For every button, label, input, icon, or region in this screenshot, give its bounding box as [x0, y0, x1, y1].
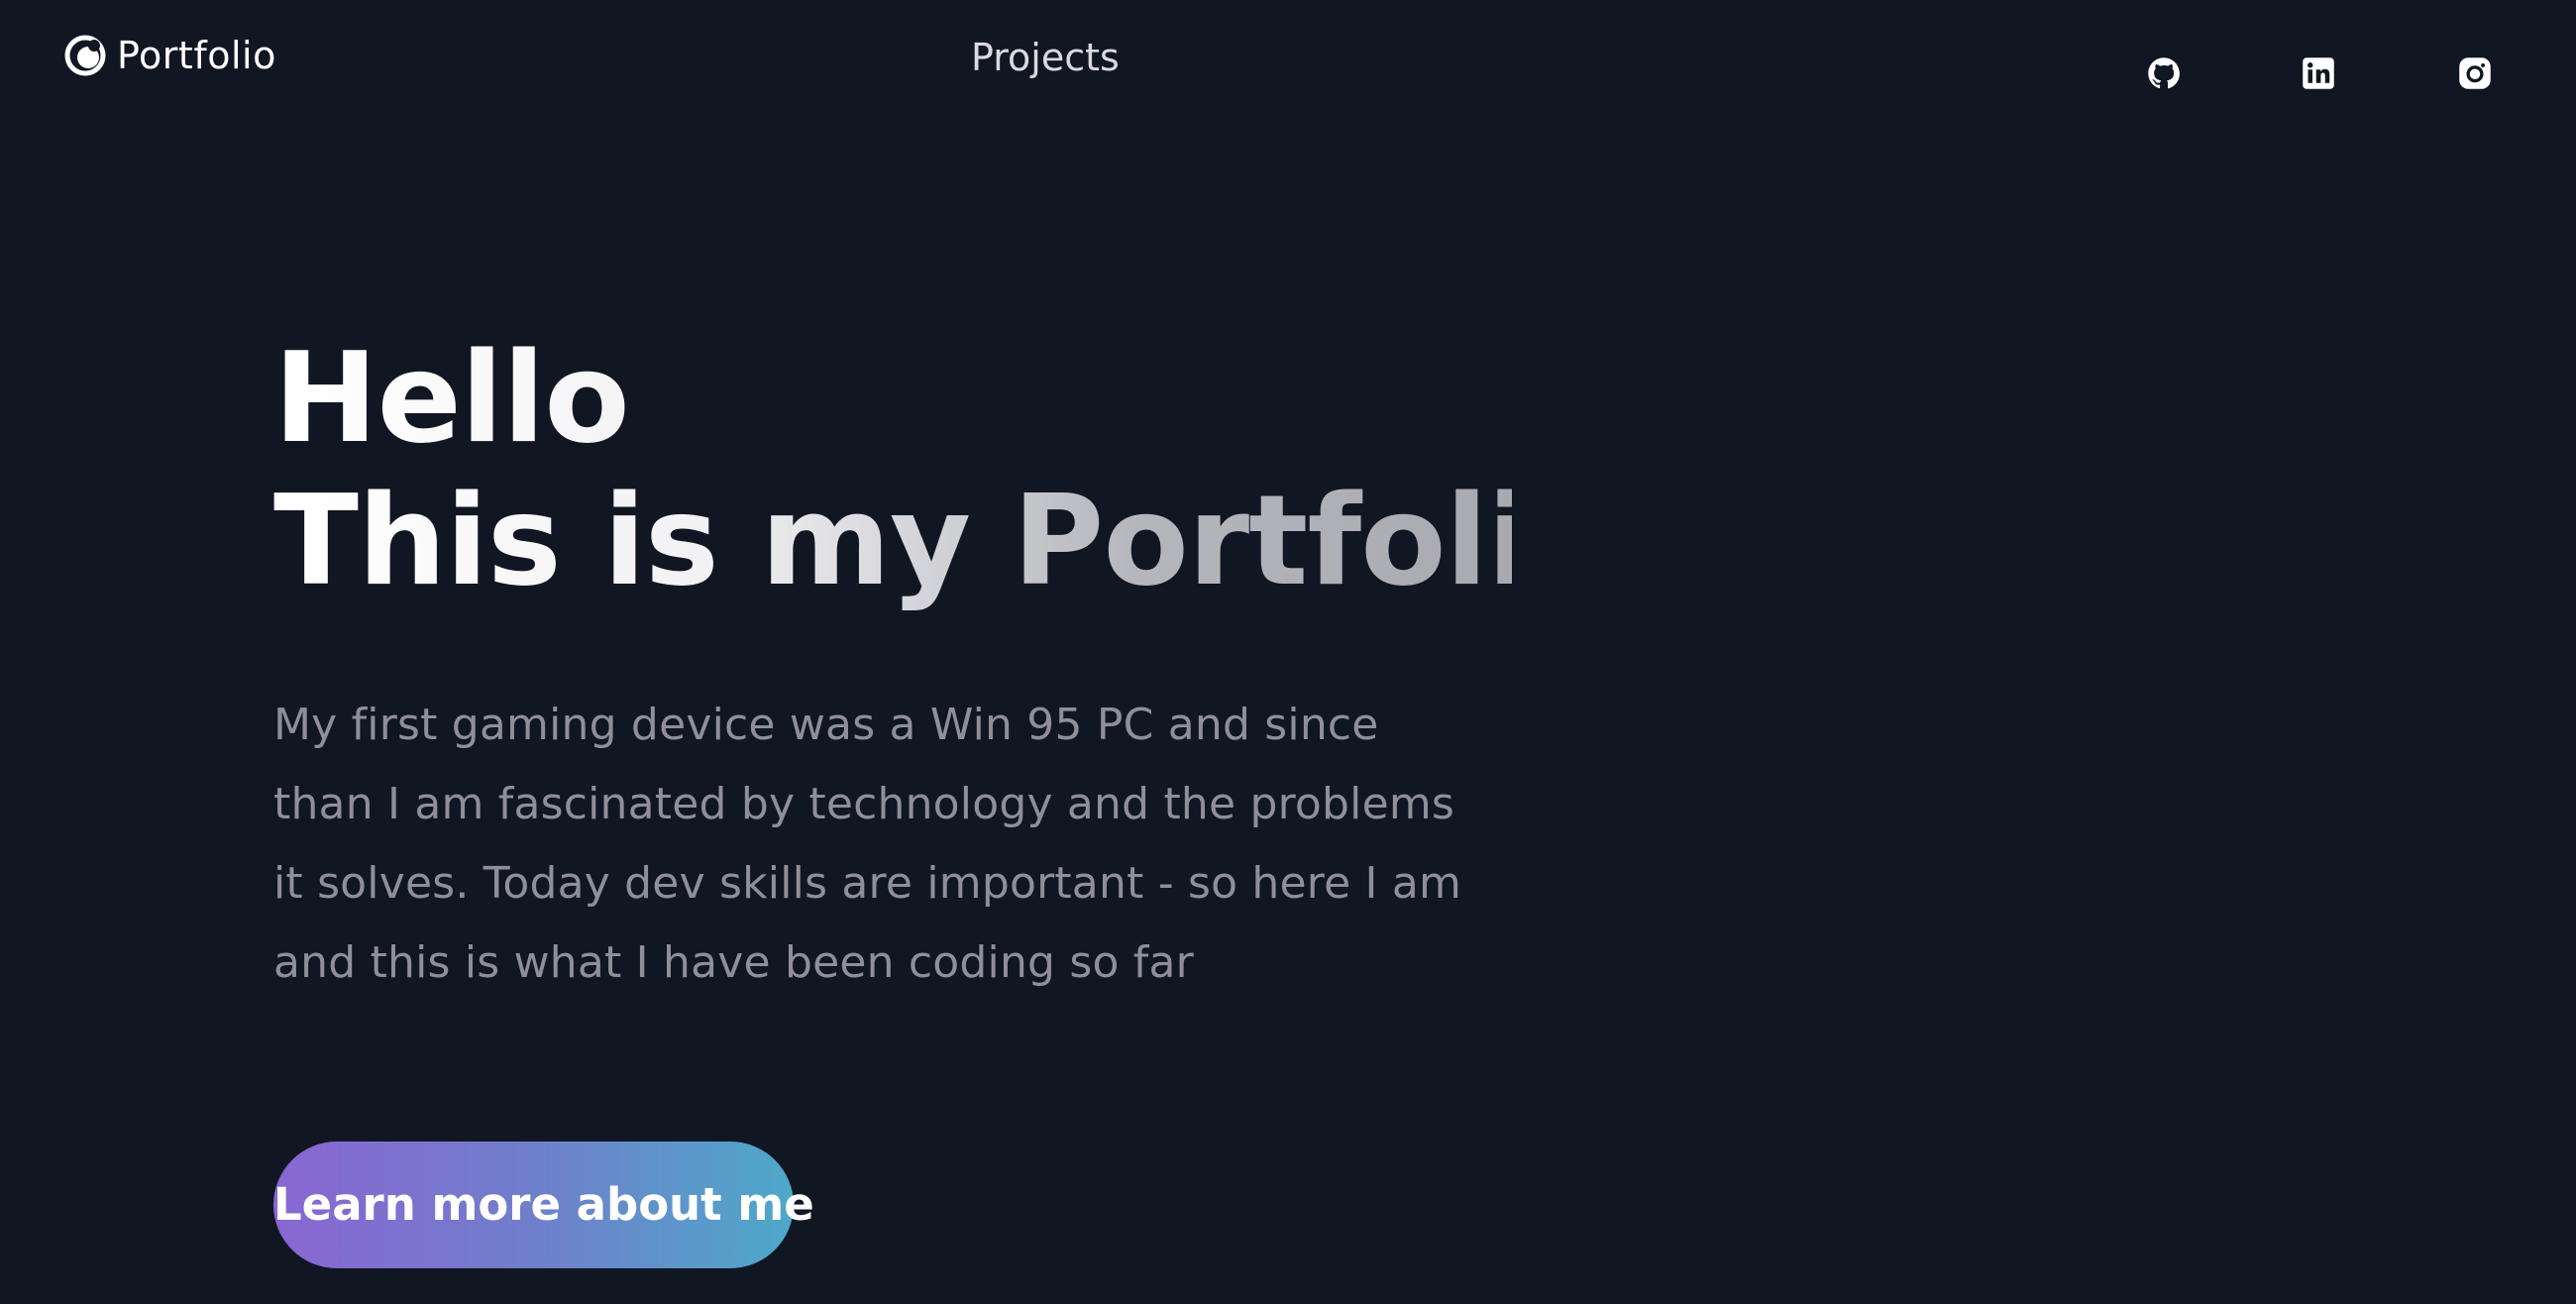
nav-link-projects[interactable]: Projects — [971, 34, 1120, 81]
hero-title-line-2: This is my Portfolio — [273, 468, 1614, 613]
brand-link[interactable]: Portfolio — [63, 34, 276, 77]
hero-title: Hello This is my Portfolio — [273, 327, 1512, 612]
brand-label: Portfolio — [117, 34, 276, 77]
learn-more-button[interactable]: Learn more about me — [273, 1141, 814, 1268]
hero-description: My first gaming device was a Win 95 PC a… — [273, 700, 1462, 988]
instagram-link[interactable] — [2457, 55, 2493, 91]
github-link[interactable] — [2146, 55, 2182, 91]
linkedin-icon — [2303, 57, 2334, 89]
portfolio-logo-icon — [64, 35, 106, 76]
hero-section: Hello This is my Portfolio My first gami… — [273, 327, 1542, 1268]
instagram-icon — [2459, 57, 2491, 89]
linkedin-link[interactable] — [2301, 55, 2336, 91]
site-header: Portfolio Projects — [0, 0, 2576, 119]
github-icon — [2148, 57, 2180, 89]
hero-title-line-1: Hello — [273, 325, 629, 471]
